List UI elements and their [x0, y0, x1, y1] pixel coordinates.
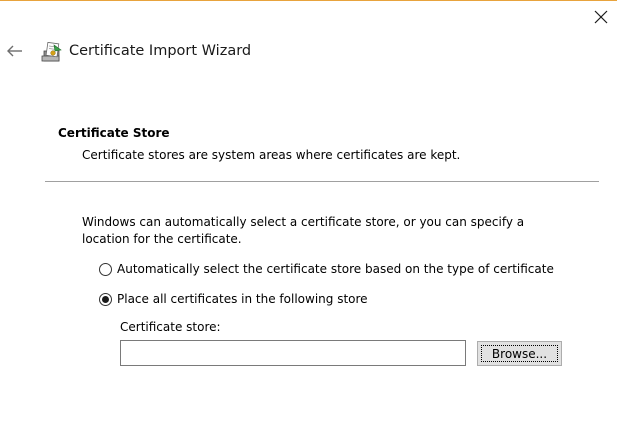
certificate-import-wizard-window: Certificate Import Wizard Certificate St…: [0, 0, 617, 425]
place-in-store-label[interactable]: Place all certificates in the following …: [117, 292, 368, 306]
place-in-store-option[interactable]: Place all certificates in the following …: [99, 292, 368, 306]
intro-text: Windows can automatically select a certi…: [82, 215, 525, 246]
place-in-store-radio[interactable]: [99, 292, 112, 306]
browse-button[interactable]: Browse...: [477, 341, 562, 366]
certificate-store-label: Certificate store:: [120, 320, 221, 334]
browse-button-label: Browse...: [491, 346, 548, 361]
wizard-title: Certificate Import Wizard: [69, 43, 252, 59]
section-description: Certificate stores are system areas wher…: [82, 148, 461, 162]
auto-select-label[interactable]: Automatically select the certificate sto…: [117, 262, 554, 276]
certificate-store-input[interactable]: [120, 340, 466, 366]
certificate-wizard-icon: [41, 42, 62, 62]
auto-select-radio[interactable]: [99, 262, 112, 276]
close-icon[interactable]: [591, 7, 611, 27]
auto-select-store-option[interactable]: Automatically select the certificate sto…: [99, 262, 554, 276]
back-arrow-icon[interactable]: [6, 43, 24, 59]
section-heading: Certificate Store: [58, 126, 170, 140]
header-separator: [45, 181, 599, 182]
